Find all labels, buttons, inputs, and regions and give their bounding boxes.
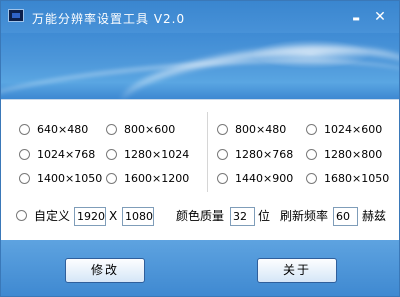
refresh-rate-unit: 赫兹 [362, 209, 387, 223]
custom-width-input[interactable]: 1920 [74, 207, 106, 226]
resolution-label: 800×480 [235, 123, 287, 136]
close-button[interactable]: ✕ [372, 9, 388, 25]
settings-panel: 640×480 800×600 1024×768 1280×1024 1400×… [1, 99, 399, 241]
refresh-rate-input[interactable]: 60 [333, 207, 358, 226]
resolution-label: 1280×768 [235, 148, 294, 161]
button-bar: 修改 关于 [1, 240, 399, 296]
app-window: 万能分辨率设置工具 V2.0 ▬ ✕ 640×480 800×600 1024×… [0, 0, 400, 297]
resolution-label: 640×480 [37, 123, 89, 136]
modify-button[interactable]: 修改 [65, 258, 145, 283]
refresh-rate-label: 刷新频率 [280, 209, 329, 223]
resolution-label: 1024×600 [324, 123, 383, 136]
minimize-button[interactable]: ▬ [348, 9, 364, 25]
radio-button[interactable] [217, 124, 228, 135]
resolution-label: 1440×900 [235, 172, 294, 185]
group-divider [207, 112, 208, 192]
radio-button[interactable] [306, 149, 317, 160]
radio-button[interactable] [16, 210, 27, 221]
resolution-label: 1280×1024 [124, 148, 190, 161]
radio-button[interactable] [306, 124, 317, 135]
title-bar[interactable]: 万能分辨率设置工具 V2.0 ▬ ✕ [1, 1, 399, 33]
resolution-label: 1680×1050 [324, 172, 390, 185]
radio-button[interactable] [217, 173, 228, 184]
radio-button[interactable] [106, 149, 117, 160]
monitor-icon [8, 9, 24, 22]
radio-button[interactable] [306, 173, 317, 184]
radio-button[interactable] [19, 149, 30, 160]
header-banner [1, 33, 399, 99]
radio-button[interactable] [217, 149, 228, 160]
custom-settings-row: 自定义 1920 X 1080 颜色质量 32 位 刷新频率 60 赫兹 [1, 206, 399, 228]
minimize-icon: ▬ [352, 14, 360, 23]
custom-height-input[interactable]: 1080 [122, 207, 154, 226]
custom-label: 自定义 [34, 209, 71, 223]
radio-button[interactable] [19, 173, 30, 184]
color-depth-unit: 位 [258, 209, 271, 223]
close-icon: ✕ [374, 9, 386, 25]
window-title: 万能分辨率设置工具 V2.0 [32, 12, 186, 26]
radio-button[interactable] [19, 124, 30, 135]
color-depth-label: 颜色质量 [176, 209, 225, 223]
color-depth-input[interactable]: 32 [230, 207, 255, 226]
resolution-label: 1024×768 [37, 148, 96, 161]
times-sign: X [109, 209, 118, 223]
radio-button[interactable] [106, 124, 117, 135]
resolution-label: 1400×1050 [37, 172, 103, 185]
radio-button[interactable] [106, 173, 117, 184]
resolution-label: 1600×1200 [124, 172, 190, 185]
resolution-label: 800×600 [124, 123, 176, 136]
resolution-label: 1280×800 [324, 148, 383, 161]
about-button[interactable]: 关于 [257, 258, 337, 283]
